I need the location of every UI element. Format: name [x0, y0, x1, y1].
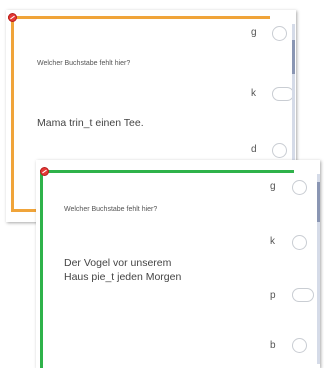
sentence-text-line-1: Der Vogel vor unserem: [64, 257, 172, 269]
error-dot-icon: [40, 167, 49, 176]
exercise-card-front: Welcher Buchstabe fehlt hier? Der Vogel …: [36, 160, 320, 368]
sentence-text-line-2: Haus pie_t jeden Morgen: [64, 271, 182, 283]
option-letter-k: k: [251, 88, 256, 99]
option-letter-g: g: [251, 27, 257, 38]
option-radio-p[interactable]: [292, 288, 314, 302]
option-radio-d[interactable]: [272, 143, 287, 158]
option-letter-k: k: [270, 236, 275, 247]
option-letter-b: b: [270, 340, 276, 351]
option-letter-d: d: [251, 144, 257, 155]
option-radio-g[interactable]: [292, 180, 307, 195]
option-radio-k[interactable]: [272, 87, 294, 101]
option-letter-g: g: [270, 181, 276, 192]
error-dot-icon: [8, 13, 17, 22]
scrollbar-thumb[interactable]: [317, 182, 320, 222]
question-text: Welcher Buchstabe fehlt hier?: [64, 206, 158, 213]
card-accent-top-border: [8, 16, 270, 19]
scrollbar-thumb[interactable]: [292, 40, 295, 74]
card-accent-top-border: [40, 170, 294, 173]
option-radio-b[interactable]: [292, 338, 307, 353]
option-radio-k[interactable]: [292, 235, 307, 250]
sentence-text: Mama trin_t einen Tee.: [37, 117, 144, 129]
card-accent-left-border: [11, 16, 14, 212]
card-accent-left-border: [40, 170, 43, 368]
option-letter-p: p: [270, 290, 276, 301]
option-radio-g[interactable]: [272, 26, 287, 41]
question-text: Welcher Buchstabe fehlt hier?: [37, 60, 131, 67]
